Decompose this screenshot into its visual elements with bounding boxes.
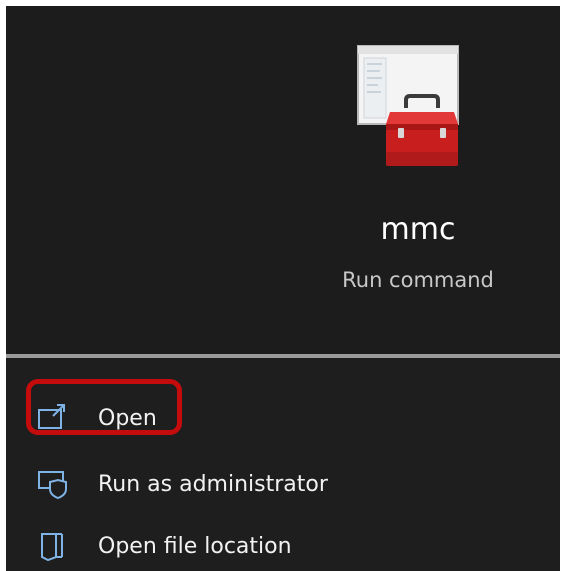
app-type-label: Run command [342, 268, 494, 292]
open-action[interactable]: Open [36, 394, 157, 442]
open-action-label: Open [98, 405, 157, 431]
app-actions-list: Open Run as administrator Open file loca… [6, 358, 560, 571]
shield-admin-icon [38, 471, 67, 500]
run-as-administrator-label: Run as administrator [98, 471, 328, 497]
folder-location-icon [41, 533, 63, 562]
mmc-app-icon [357, 45, 459, 166]
open-file-location-action[interactable]: Open file location [36, 522, 292, 570]
open-window-icon [38, 404, 65, 429]
app-name: mmc [380, 212, 456, 247]
start-menu-app-panel: mmc Run command Open Run as administrato… [6, 6, 560, 571]
run-as-administrator-action[interactable]: Run as administrator [36, 460, 328, 508]
open-file-location-label: Open file location [98, 533, 292, 559]
